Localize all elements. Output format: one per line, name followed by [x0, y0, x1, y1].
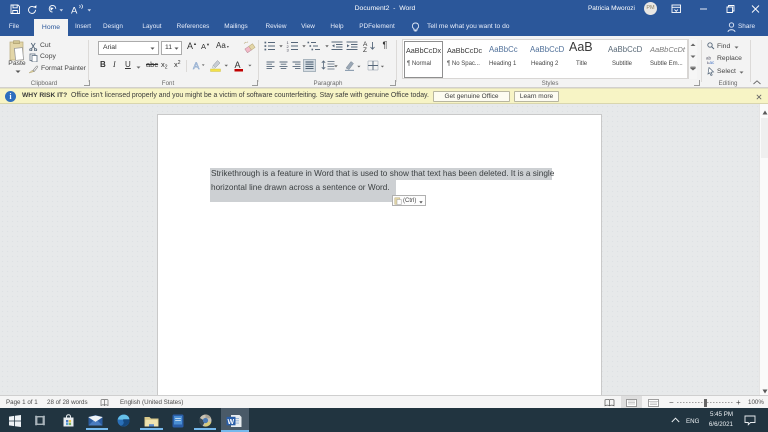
svg-text:A: A: [235, 60, 241, 70]
svg-text:3: 3: [287, 47, 290, 52]
svg-text:A: A: [193, 61, 200, 72]
svg-text:A: A: [71, 5, 78, 15]
svg-text:ac: ac: [710, 60, 716, 64]
svg-text:Z: Z: [363, 47, 367, 52]
svg-text:W: W: [228, 419, 235, 426]
